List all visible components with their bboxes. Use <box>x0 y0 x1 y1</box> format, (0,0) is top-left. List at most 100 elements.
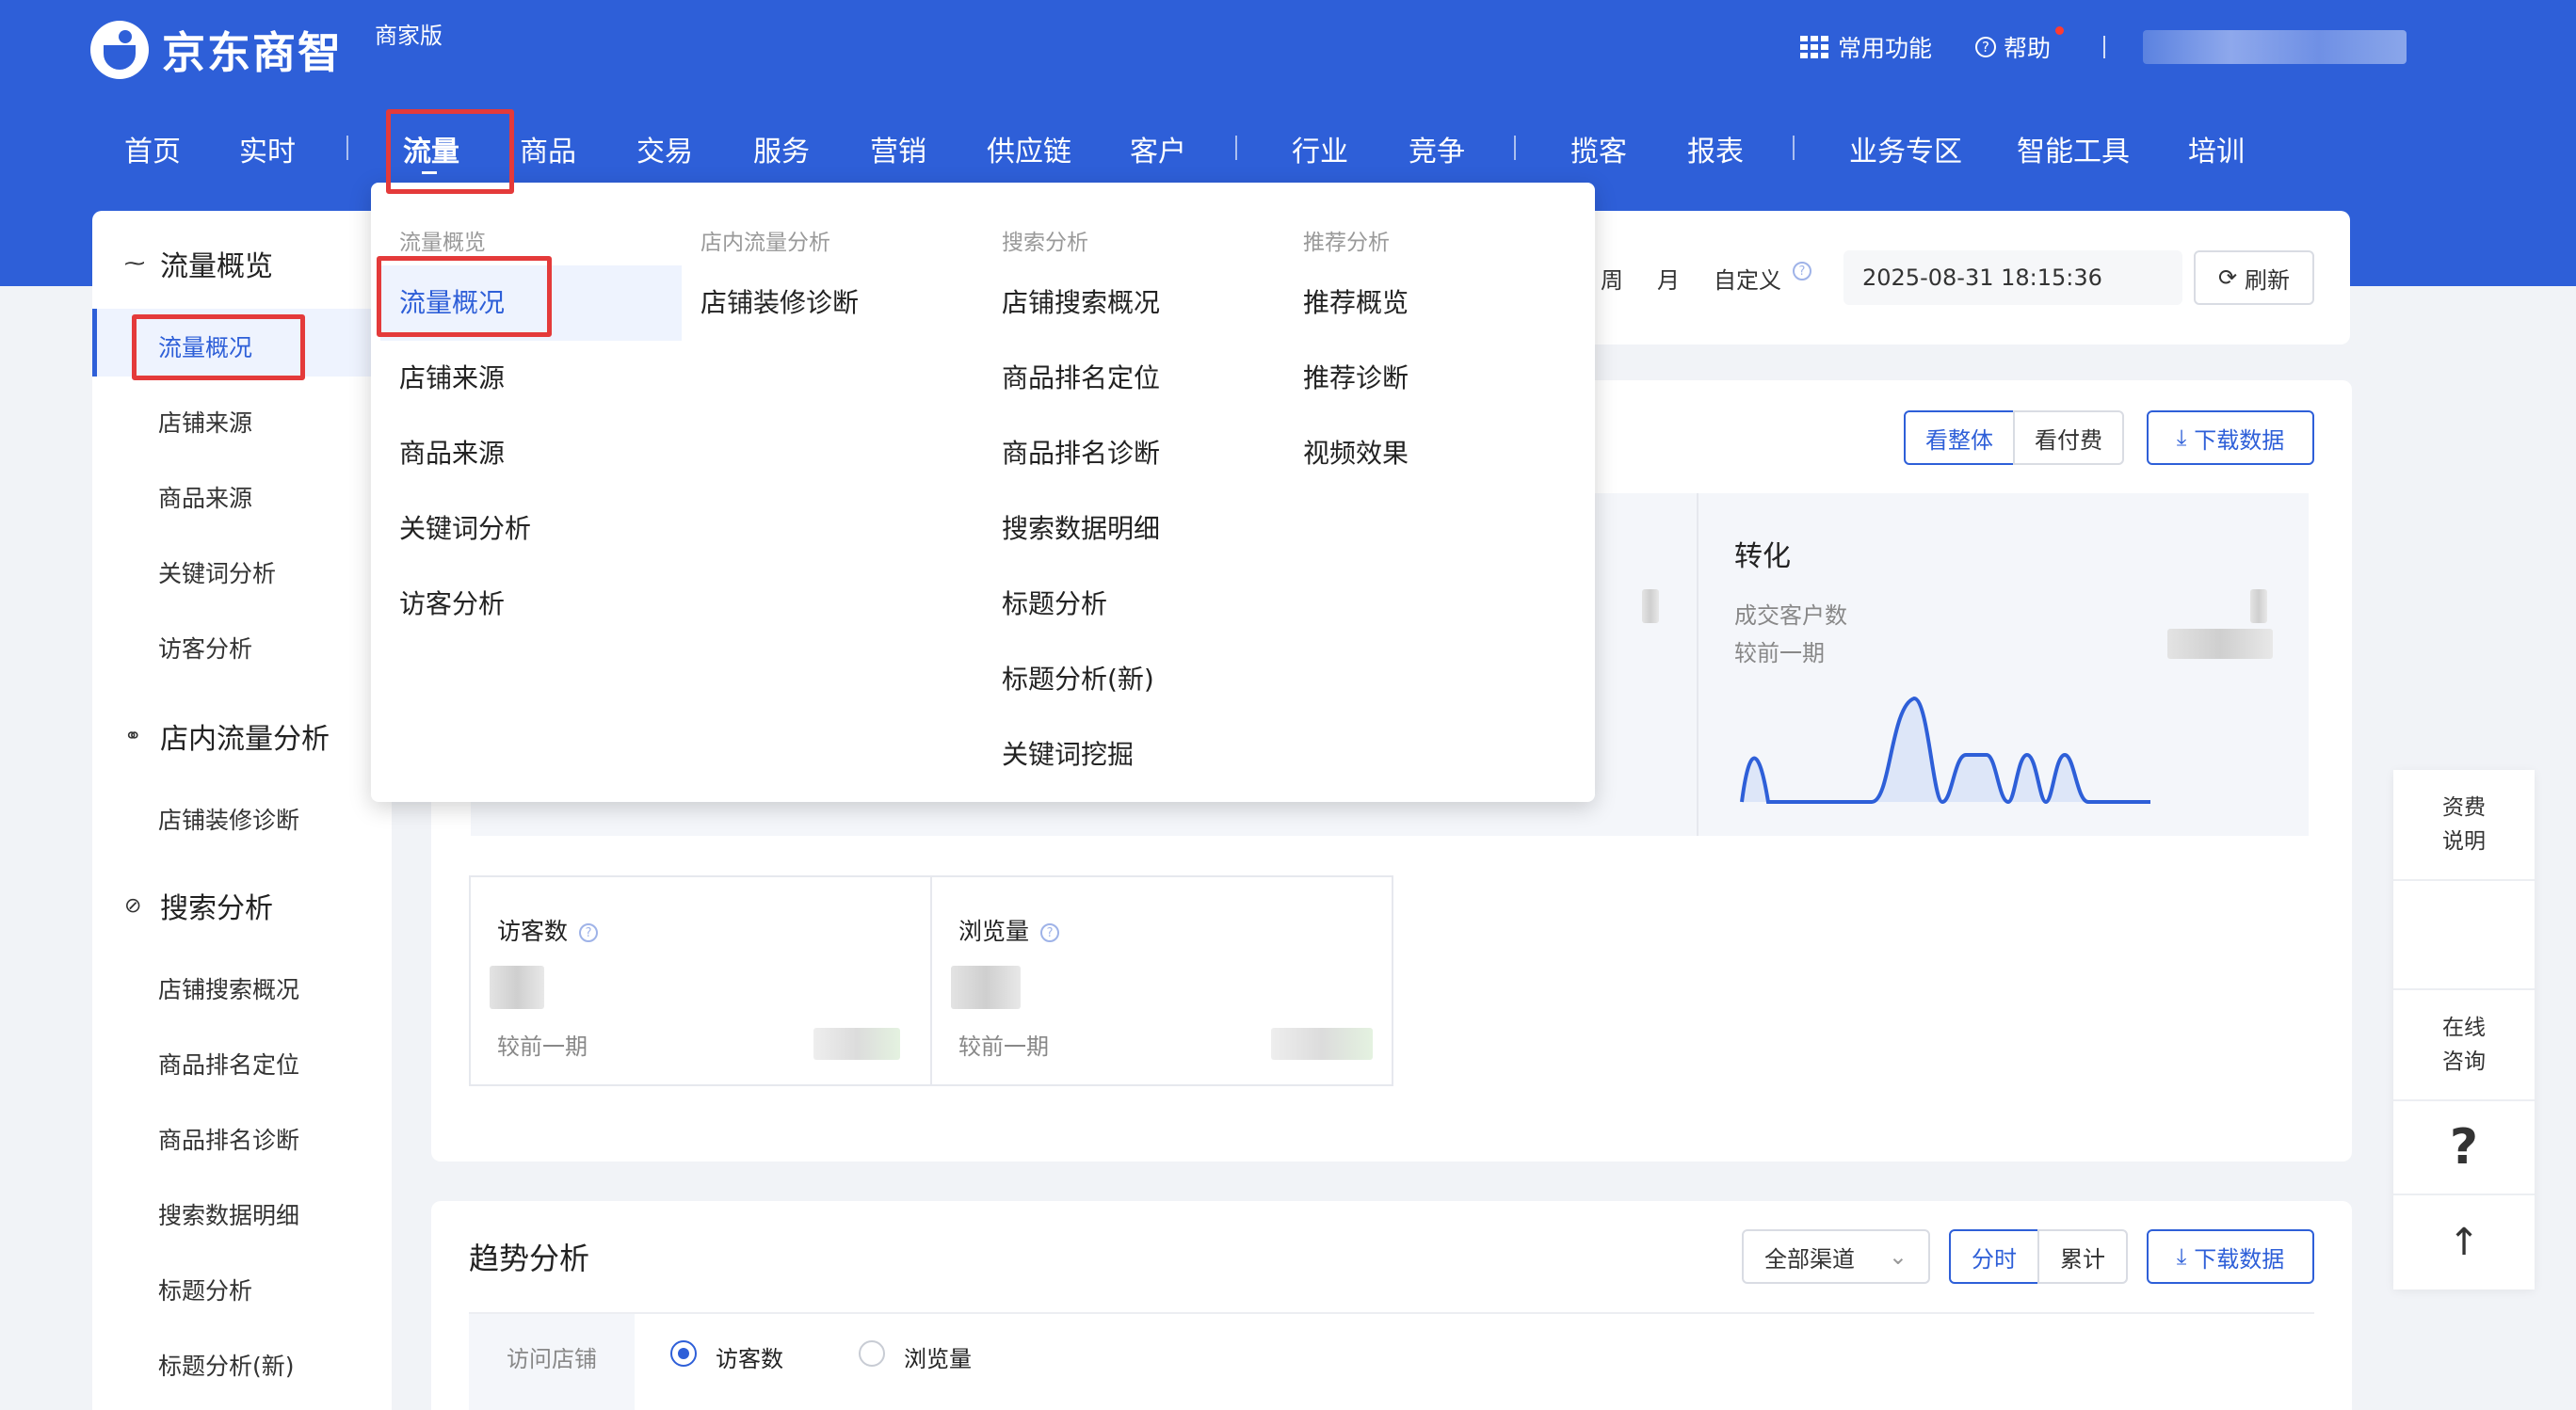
back-to-top-icon[interactable]: ↑ <box>2393 1195 2535 1290</box>
dropdown-item-video-effect[interactable]: 视频效果 <box>1303 433 1409 471</box>
nav-separator <box>346 136 348 160</box>
time-custom[interactable]: 自定义 <box>1714 262 1781 295</box>
dropdown-item-rank-position[interactable]: 商品排名定位 <box>1002 358 1160 395</box>
pulse-icon: ⁓ <box>124 251 145 276</box>
dropdown-column-title: 推荐分析 <box>1303 231 1390 255</box>
sidebar-item-product-sources[interactable]: 商品来源 <box>158 480 252 514</box>
dropdown-item-shop-search-overview[interactable]: 店铺搜索概况 <box>1002 282 1160 320</box>
radio-visitors[interactable] <box>670 1340 697 1367</box>
download-label: 下载数据 <box>2194 1245 2285 1273</box>
nav-reports[interactable]: 报表 <box>1687 128 1744 169</box>
user-account-blurred[interactable] <box>2143 30 2407 64</box>
rail-blank-cell <box>2393 881 2535 990</box>
dropdown-item-keyword-analysis[interactable]: 关键词分析 <box>399 508 531 546</box>
nav-smart-tools[interactable]: 智能工具 <box>2017 128 2130 169</box>
sidebar-group-instore-traffic[interactable]: ⚭ 店内流量分析 <box>124 715 330 757</box>
trend-row-label: 访问店铺 <box>507 1346 597 1372</box>
help-link[interactable]: 帮助 <box>2004 35 2051 62</box>
nav-business-zone[interactable]: 业务专区 <box>1849 128 1962 169</box>
nav-marketing[interactable]: 营销 <box>870 128 926 169</box>
nav-realtime[interactable]: 实时 <box>239 128 296 169</box>
stat-visitors-compare: 较前一期 <box>497 1033 588 1060</box>
view-overall-button[interactable]: 看整体 <box>1904 410 2015 465</box>
download-data-button[interactable]: ⤓ 下载数据 <box>2147 410 2314 465</box>
view-paid-button[interactable]: 看付费 <box>2013 410 2124 465</box>
dropdown-item-rank-diagnosis[interactable]: 商品排名诊断 <box>1002 433 1160 471</box>
notification-dot <box>2055 26 2064 35</box>
dropdown-item-recommend-diagnosis[interactable]: 推荐诊断 <box>1303 358 1409 395</box>
blurred-compare-value <box>2167 629 2273 659</box>
time-week[interactable]: 周 <box>1601 262 1623 295</box>
nav-competition[interactable]: 竞争 <box>1409 128 1465 169</box>
help-icon[interactable]: ? <box>1974 37 1996 57</box>
dropdown-item-keyword-mining[interactable]: 关键词挖掘 <box>1002 734 1134 772</box>
consult-label: 在线咨询 <box>2442 1016 2486 1074</box>
question-icon[interactable]: ? <box>2393 1101 2535 1195</box>
sidebar-group-traffic-overview[interactable]: ⁓ 流量概览 <box>124 243 273 284</box>
sidebar-group-label: 流量概览 <box>160 250 273 283</box>
nav-separator <box>1793 136 1795 160</box>
sidebar-item-rank-position[interactable]: 商品排名定位 <box>158 1047 299 1081</box>
sidebar-item-visitor-analysis[interactable]: 访客分析 <box>158 631 252 665</box>
nav-customers[interactable]: 客户 <box>1130 128 1186 169</box>
dropdown-item-product-sources[interactable]: 商品来源 <box>399 433 505 471</box>
brand-logo[interactable]: 京东商智 <box>90 19 343 81</box>
fees-explanation-button[interactable]: 资费说明 <box>2393 770 2535 881</box>
blurred-value <box>1642 589 1659 623</box>
nav-separator <box>1235 136 1237 160</box>
sidebar-item-title-analysis[interactable]: 标题分析 <box>158 1273 252 1306</box>
nav-industry[interactable]: 行业 <box>1292 128 1348 169</box>
nav-acquire[interactable]: 揽客 <box>1570 128 1627 169</box>
download-label: 下载数据 <box>2194 426 2285 454</box>
highlight-box-sidebar-item <box>132 314 305 380</box>
sidebar-item-shop-search-overview[interactable]: 店铺搜索概况 <box>158 971 299 1005</box>
chevron-down-icon: ⌄ <box>1888 1243 1908 1270</box>
flow-icon: ⚭ <box>124 724 142 748</box>
dropdown-item-title-analysis-new[interactable]: 标题分析(新) <box>1002 659 1154 697</box>
nav-home[interactable]: 首页 <box>124 128 181 169</box>
cumulative-button[interactable]: 累计 <box>2037 1229 2128 1284</box>
sidebar-item-search-details[interactable]: 搜索数据明细 <box>158 1197 299 1231</box>
nav-products[interactable]: 商品 <box>520 128 576 169</box>
common-functions-link[interactable]: 常用功能 <box>1838 30 1932 64</box>
sidebar-group-label: 店内流量分析 <box>160 723 330 756</box>
nav-trade[interactable]: 交易 <box>636 128 693 169</box>
nav-training[interactable]: 培训 <box>2188 128 2245 169</box>
nav-separator <box>1514 136 1516 160</box>
dropdown-item-recommend-overview[interactable]: 推荐概览 <box>1303 282 1409 320</box>
sidebar-item-shop-sources[interactable]: 店铺来源 <box>158 405 252 439</box>
download-icon: ⤓ <box>2176 1243 2187 1270</box>
nav-supply-chain[interactable]: 供应链 <box>987 128 1071 169</box>
time-month[interactable]: 月 <box>1657 262 1680 295</box>
sidebar-item-shop-decoration[interactable]: 店铺装修诊断 <box>158 802 299 836</box>
dropdown-item-search-details[interactable]: 搜索数据明细 <box>1002 508 1160 546</box>
custom-help-icon[interactable]: ? <box>1793 262 1811 280</box>
dropdown-item-shop-decoration[interactable]: 店铺装修诊断 <box>700 282 859 320</box>
radio-visitors-label: 访客数 <box>716 1346 783 1372</box>
datetime-display[interactable]: 2025-08-31 18:15:36 <box>1843 250 2182 305</box>
right-float-rail: 资费说明 在线咨询 ? ↑ <box>2393 770 2535 1290</box>
visitors-help-icon[interactable]: ? <box>579 923 599 942</box>
sidebar-item-rank-diagnosis[interactable]: 商品排名诊断 <box>158 1122 299 1156</box>
sidebar-item-title-analysis-new[interactable]: 标题分析(新) <box>158 1348 295 1382</box>
sidebar-group-search-analysis[interactable]: ⊘ 搜索分析 <box>124 885 273 926</box>
pageviews-help-icon[interactable]: ? <box>1040 923 1060 942</box>
search-analysis-icon: ⊘ <box>124 893 142 918</box>
dropdown-item-visitor-analysis[interactable]: 访客分析 <box>399 584 505 621</box>
channel-select[interactable]: 全部渠道 ⌄ <box>1742 1229 1930 1284</box>
dropdown-item-shop-sources[interactable]: 店铺来源 <box>399 358 505 395</box>
trend-download-button[interactable]: ⤓ 下载数据 <box>2147 1229 2314 1284</box>
nav-service[interactable]: 服务 <box>753 128 810 169</box>
radio-pageviews[interactable] <box>859 1340 885 1367</box>
dropdown-item-title-analysis[interactable]: 标题分析 <box>1002 584 1107 621</box>
conversion-metric-label: 成交客户数 <box>1734 602 1847 629</box>
hourly-button[interactable]: 分时 <box>1949 1229 2039 1284</box>
traffic-dropdown-menu: 流量概览 流量概况 店铺来源 商品来源 关键词分析 访客分析 店内流量分析 店铺… <box>371 183 1595 802</box>
sidebar-item-keyword-analysis[interactable]: 关键词分析 <box>158 555 276 589</box>
top-separator <box>2103 36 2105 58</box>
refresh-button[interactable]: ⟳ 刷新 <box>2194 250 2314 305</box>
online-consult-button[interactable]: 在线咨询 <box>2393 990 2535 1101</box>
apps-grid-icon[interactable] <box>1799 36 1828 58</box>
time-range-options: 周 月 自定义 ? <box>1601 262 1845 295</box>
blurred-compare-value <box>813 1028 900 1060</box>
